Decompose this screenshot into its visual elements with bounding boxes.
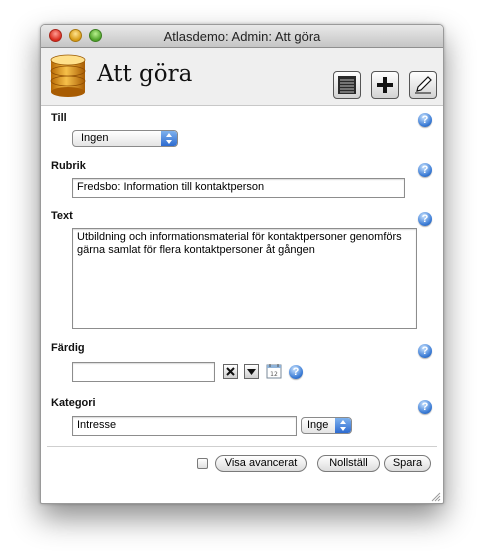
date-dropdown-button[interactable] xyxy=(244,364,259,379)
app-window: Atlasdemo: Admin: Att göra Att göra Till… xyxy=(40,24,444,504)
kategori-label: Kategori xyxy=(51,397,96,409)
help-till-icon[interactable]: ? xyxy=(418,113,432,127)
help-fardig-icon[interactable]: ? xyxy=(418,344,432,358)
svg-text:12: 12 xyxy=(270,371,278,378)
resize-grip-icon[interactable] xyxy=(431,491,441,502)
plus-icon xyxy=(377,77,393,93)
help-kategori-icon[interactable]: ? xyxy=(418,400,432,414)
rubrik-label: Rubrik xyxy=(51,160,86,172)
kategori-select-value: Inge xyxy=(307,419,329,431)
list-icon xyxy=(338,76,356,94)
chevron-down-icon xyxy=(247,369,256,375)
till-select-value: Ingen xyxy=(81,132,109,144)
clear-date-button[interactable] xyxy=(223,364,238,379)
calendar-icon: 12 xyxy=(266,364,282,379)
calendar-button[interactable]: 12 xyxy=(266,363,282,379)
save-button[interactable]: Spara xyxy=(384,455,431,472)
database-icon xyxy=(49,54,87,101)
page-header: Att göra xyxy=(41,48,443,106)
clear-icon xyxy=(226,367,235,376)
till-label: Till xyxy=(51,112,67,124)
list-view-button[interactable] xyxy=(333,71,361,99)
edit-button[interactable] xyxy=(409,71,437,99)
page-title: Att göra xyxy=(97,61,193,87)
kategori-select[interactable]: Inge xyxy=(301,417,352,434)
till-select[interactable]: Ingen xyxy=(72,130,178,147)
help-text-icon[interactable]: ? xyxy=(418,212,432,226)
show-advanced-checkbox[interactable] xyxy=(197,458,208,469)
pencil-icon xyxy=(415,76,432,94)
help-rubrik-icon[interactable]: ? xyxy=(418,163,432,177)
window-title: Atlasdemo: Admin: Att göra xyxy=(163,29,321,44)
title-bar[interactable]: Atlasdemo: Admin: Att göra xyxy=(41,25,443,48)
add-button[interactable] xyxy=(371,71,399,99)
select-arrows-icon xyxy=(161,131,177,146)
text-area[interactable]: Utbildning och informationsmaterial för … xyxy=(72,228,417,329)
rubrik-field[interactable]: Fredsbo: Information till kontaktperson xyxy=(72,178,405,198)
divider xyxy=(47,446,437,447)
select-arrows-icon xyxy=(335,418,351,433)
kategori-field[interactable]: Intresse xyxy=(72,416,297,436)
fardig-date-field[interactable] xyxy=(72,362,215,382)
reset-button[interactable]: Nollställ xyxy=(317,455,380,472)
text-label: Text xyxy=(51,210,73,222)
help-date-icon[interactable]: ? xyxy=(289,365,303,379)
show-advanced-button[interactable]: Visa avancerat xyxy=(215,455,307,472)
fardig-label: Färdig xyxy=(51,342,85,354)
